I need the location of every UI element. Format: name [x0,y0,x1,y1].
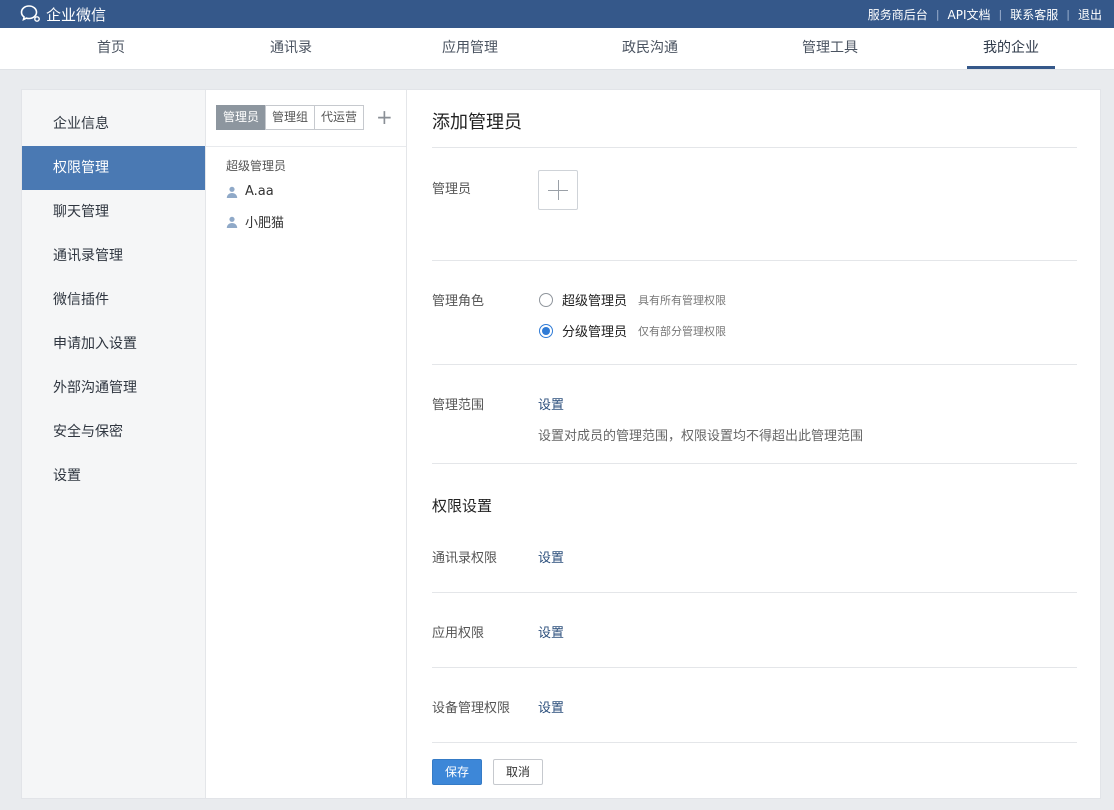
role-option-sub-admin[interactable]: 分级管理员 仅有部分管理权限 [539,321,726,340]
admin-list-panel: 管理员 管理组 代运营 + 超级管理员 A.aa 小肥猫 [206,90,407,798]
list-item[interactable]: A.aa [226,184,274,199]
content-panel: 企业信息 权限管理 聊天管理 通讯录管理 微信插件 申请加入设置 外部沟通管理 … [21,89,1101,799]
user-icon [226,186,238,198]
sidebar-item-settings[interactable]: 设置 [22,454,205,498]
divider: | [998,7,1003,21]
nav-management-tools[interactable]: 管理工具 [786,28,874,69]
top-bar: 企业微信 服务商后台 | API文档 | 联系客服 | 退出 [0,0,1114,28]
tab-agency-operation[interactable]: 代运营 [314,105,365,130]
scope-field-label: 管理范围 [432,398,485,413]
sidebar-item-chat-management[interactable]: 聊天管理 [22,190,205,234]
app-permission-label: 应用权限 [432,626,485,641]
admin-tabs: 管理员 管理组 代运营 [216,105,365,130]
app-permission-link[interactable]: 设置 [538,622,564,641]
tab-admin-groups[interactable]: 管理组 [265,105,316,130]
role-label: 超级管理员 [562,294,628,309]
role-option-super-admin[interactable]: 超级管理员 具有所有管理权限 [539,290,726,309]
sidebar-item-permissions[interactable]: 权限管理 [22,146,205,190]
role-field-label: 管理角色 [432,294,485,309]
contacts-permission-label: 通讯录权限 [432,551,498,566]
brand-name: 企业微信 [46,5,107,24]
admin-field-label: 管理员 [432,182,472,197]
add-tab-icon[interactable]: + [376,104,393,130]
list-item[interactable]: 小肥猫 [226,212,284,231]
nav-my-enterprise[interactable]: 我的企业 [967,28,1055,69]
wecom-logo-icon [20,5,40,22]
add-admin-button[interactable] [538,170,578,210]
role-label: 分级管理员 [562,325,628,340]
divider: | [935,7,940,21]
nav-contacts[interactable]: 通讯录 [247,28,335,69]
sidebar-item-enterprise-info[interactable]: 企业信息 [22,102,205,146]
member-name: 小肥猫 [245,216,285,231]
nav-app-management[interactable]: 应用管理 [426,28,514,69]
divider [432,147,1077,148]
provider-console-link[interactable]: 服务商后台 [868,6,928,23]
main-nav: 首页 通讯录 应用管理 政民沟通 管理工具 我的企业 [0,28,1114,70]
sidebar-item-security[interactable]: 安全与保密 [22,410,205,454]
user-icon [226,216,238,228]
contacts-permission-link[interactable]: 设置 [538,547,564,566]
top-links: 服务商后台 | API文档 | 联系客服 | 退出 [868,0,1102,28]
sidebar-item-contacts-management[interactable]: 通讯录管理 [22,234,205,278]
radio-button[interactable] [539,292,553,307]
divider [432,260,1077,261]
scope-hint: 设置对成员的管理范围，权限设置均不得超出此管理范围 [538,429,864,444]
divider: | [1066,7,1070,21]
divider [432,667,1077,668]
tab-admins[interactable]: 管理员 [216,105,267,130]
divider [432,592,1077,593]
divider [206,146,406,147]
contact-support-link[interactable]: 联系客服 [1010,6,1058,23]
nav-home[interactable]: 首页 [67,28,155,69]
sidebar-item-join-settings[interactable]: 申请加入设置 [22,322,205,366]
divider [432,364,1077,365]
sidebar-item-external-communication[interactable]: 外部沟通管理 [22,366,205,410]
sidebar: 企业信息 权限管理 聊天管理 通讯录管理 微信插件 申请加入设置 外部沟通管理 … [22,90,206,798]
device-permission-link[interactable]: 设置 [538,697,564,716]
nav-gov-communication[interactable]: 政民沟通 [606,28,694,69]
permissions-section-title: 权限设置 [432,497,493,515]
logout-link[interactable]: 退出 [1078,6,1102,23]
api-docs-link[interactable]: API文档 [948,6,991,23]
divider [432,742,1077,743]
radio-button[interactable] [539,323,553,338]
brand[interactable]: 企业微信 [20,4,106,24]
group-title: 超级管理员 [226,159,287,173]
divider [432,463,1077,464]
device-permission-label: 设备管理权限 [432,701,511,716]
role-description: 仅有部分管理权限 [638,324,727,338]
cancel-button[interactable]: 取消 [493,759,543,785]
page-title: 添加管理员 [432,112,522,133]
scope-settings-link[interactable]: 设置 [538,394,564,413]
save-button[interactable]: 保存 [432,759,482,785]
member-name: A.aa [245,184,274,199]
add-admin-form: 添加管理员 管理员 管理角色 超级管理员 具有所有管理权限 分级管理员 仅有部分… [432,90,1077,798]
role-description: 具有所有管理权限 [638,293,727,307]
sidebar-item-wechat-plugin[interactable]: 微信插件 [22,278,205,322]
